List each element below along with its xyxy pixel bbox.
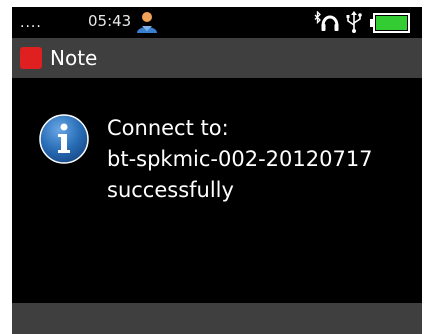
message-line: Connect to: [107,116,229,140]
dialog-message: Connect to: bt-spkmic-002-20120717 succe… [107,113,373,206]
status-clock: 05:43 [88,12,132,30]
dialog-title-bar: Note [12,38,422,78]
info-icon [39,114,89,164]
battery-icon [370,13,410,33]
signal-indicator: .... [20,15,42,31]
message-line: successfully [107,178,234,202]
softkey-bar[interactable] [12,303,422,334]
device-screen: .... 05:43 Note Connect to: bt-spkmic-00… [12,7,422,334]
note-title-icon [20,47,42,69]
dialog-title: Note [50,46,98,70]
person-icon [137,12,157,33]
bluetooth-headset-icon [314,11,339,31]
usb-icon [346,11,362,33]
message-line: bt-spkmic-002-20120717 [107,147,373,171]
status-bar: .... 05:43 [12,7,422,38]
